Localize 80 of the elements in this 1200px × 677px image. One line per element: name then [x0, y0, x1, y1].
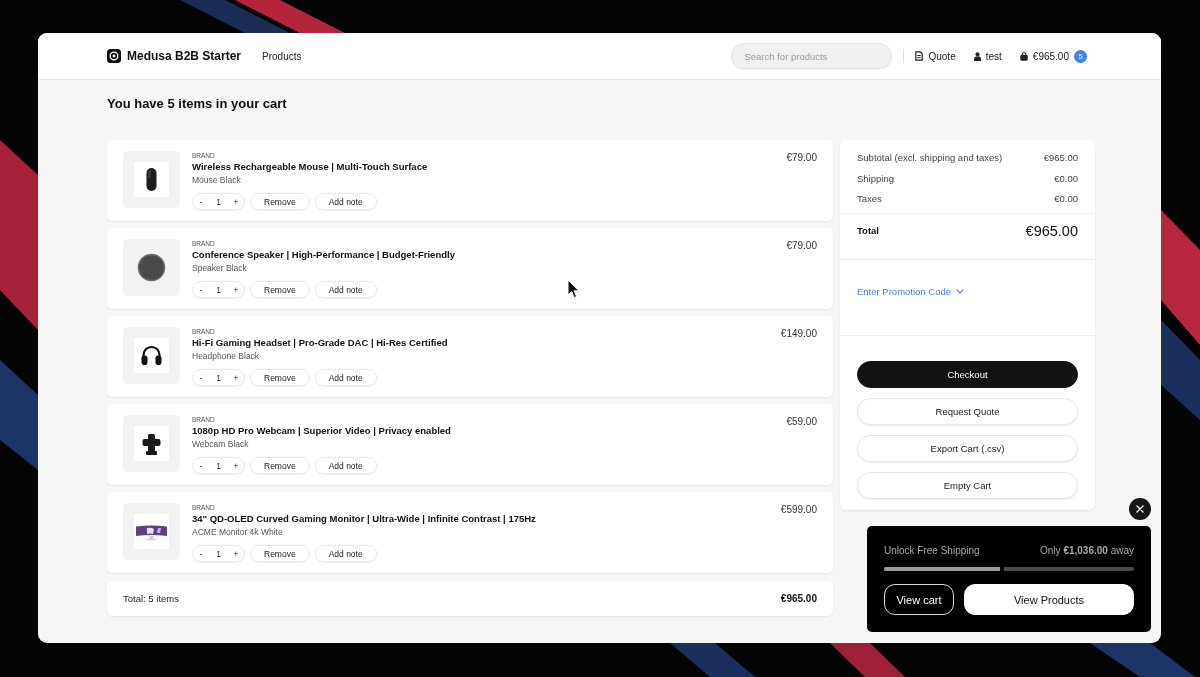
variant-label: Headphone Black [192, 350, 260, 362]
cart-heading: You have 5 items in your cart [107, 96, 288, 112]
increase-button[interactable]: + [228, 370, 244, 385]
remove-button[interactable]: Remove [250, 193, 310, 210]
monitor-drawing [123, 503, 180, 560]
empty-cart-button[interactable]: Empty Cart [857, 471, 1078, 499]
variant-label: Mouse Black [192, 174, 241, 186]
quantity-value: 1 [215, 284, 222, 295]
item-price: €599.00 [780, 503, 817, 517]
add-note-button[interactable]: Add note [314, 369, 377, 386]
promotion-code-link[interactable]: Enter Promotion Code [857, 284, 964, 299]
decrease-button[interactable]: - [193, 370, 209, 385]
decrease-button[interactable]: - [193, 458, 209, 473]
item-price: €79.00 [786, 151, 817, 165]
summary-label: Subtotal (excl. shipping and taxes) [857, 151, 1003, 165]
product-title[interactable]: Conference Speaker | High-Performance | Budget-Friendly [192, 248, 455, 262]
remove-button[interactable]: Remove [250, 545, 310, 562]
summary-value: €0.00 [1054, 171, 1078, 186]
close-button[interactable] [1129, 498, 1151, 520]
summary-value: €965.00 [1043, 151, 1078, 165]
decrease-button[interactable]: - [193, 282, 209, 297]
quote-link[interactable]: Quote [915, 50, 956, 62]
items-total-value: €965.00 [780, 593, 817, 604]
item-price: €59.00 [786, 415, 817, 429]
product-title[interactable]: Hi-Fi Gaming Headset | Pro-Grade DAC | Hi-Res Certified [192, 336, 448, 350]
cart-count-badge: 5 [1074, 49, 1087, 63]
remaining-amount-text: Only €1,036.00 away [1040, 544, 1134, 558]
items-total-label: Total: 5 items [123, 593, 179, 604]
shopping-bag-icon [1019, 51, 1028, 61]
add-note-button[interactable]: Add note [314, 193, 377, 210]
quantity-value: 1 [215, 460, 222, 471]
product-title[interactable]: 1080p HD Pro Webcam | Superior Video | Privacy enabled [192, 424, 451, 438]
summary-label: Taxes [857, 192, 882, 206]
quantity-value: 1 [215, 372, 222, 383]
checkout-button[interactable]: Checkout [857, 360, 1078, 388]
search-field[interactable]: Search for products [731, 43, 893, 69]
cursor-icon [567, 279, 580, 299]
total-label: Total [857, 225, 879, 236]
decrease-button[interactable]: - [193, 194, 209, 209]
remove-button[interactable]: Remove [250, 457, 310, 474]
item-price: €79.00 [786, 239, 817, 253]
variant-label: Speaker Black [192, 262, 247, 274]
variant-label: Webcam Black [192, 438, 249, 450]
quantity-value: 1 [215, 548, 222, 559]
variant-label: ACME Monitor 4k White [192, 526, 283, 538]
free-shipping-label: Unlock Free Shipping [884, 544, 980, 558]
increase-button[interactable]: + [228, 282, 244, 297]
close-icon [1136, 505, 1144, 513]
decrease-button[interactable]: - [193, 546, 209, 561]
add-note-button[interactable]: Add note [314, 545, 377, 562]
increase-button[interactable]: + [228, 458, 244, 473]
document-icon [915, 51, 924, 61]
logo-icon [107, 49, 121, 63]
view-cart-button[interactable]: View cart [884, 584, 954, 615]
speaker-drawing [123, 239, 180, 296]
quantity-value: 1 [215, 196, 222, 207]
export-cart-button[interactable]: Export Cart (.csv) [857, 434, 1078, 462]
remove-button[interactable]: Remove [250, 281, 310, 298]
remove-button[interactable]: Remove [250, 369, 310, 386]
product-title[interactable]: 34" QD-OLED Curved Gaming Monitor | Ultra-Wide | Infinite Contrast | 175Hz [192, 512, 536, 526]
account-link[interactable]: test [973, 50, 1002, 62]
item-price: €149.00 [780, 327, 817, 341]
user-icon [973, 51, 981, 61]
request-quote-button[interactable]: Request Quote [857, 397, 1078, 425]
add-note-button[interactable]: Add note [314, 457, 377, 474]
cart-link[interactable]: €965.00 [1019, 50, 1069, 62]
increase-button[interactable]: + [228, 546, 244, 561]
increase-button[interactable]: + [228, 194, 244, 209]
headphones-drawing [123, 327, 180, 384]
store-logo-link[interactable]: Medusa B2B Starter [107, 49, 242, 63]
product-title[interactable]: Wireless Rechargeable Mouse | Multi-Touch Surface [192, 160, 428, 174]
chevron-down-icon [956, 289, 964, 294]
summary-label: Shipping [857, 171, 894, 186]
nav-link[interactable]: Products [262, 50, 302, 62]
summary-value: €0.00 [1054, 192, 1078, 206]
total-value: €965.00 [1025, 221, 1078, 241]
add-note-button[interactable]: Add note [314, 281, 377, 298]
mouse-drawing [123, 151, 180, 208]
webcam-drawing [123, 415, 180, 472]
view-products-button[interactable]: View Products [964, 584, 1134, 615]
